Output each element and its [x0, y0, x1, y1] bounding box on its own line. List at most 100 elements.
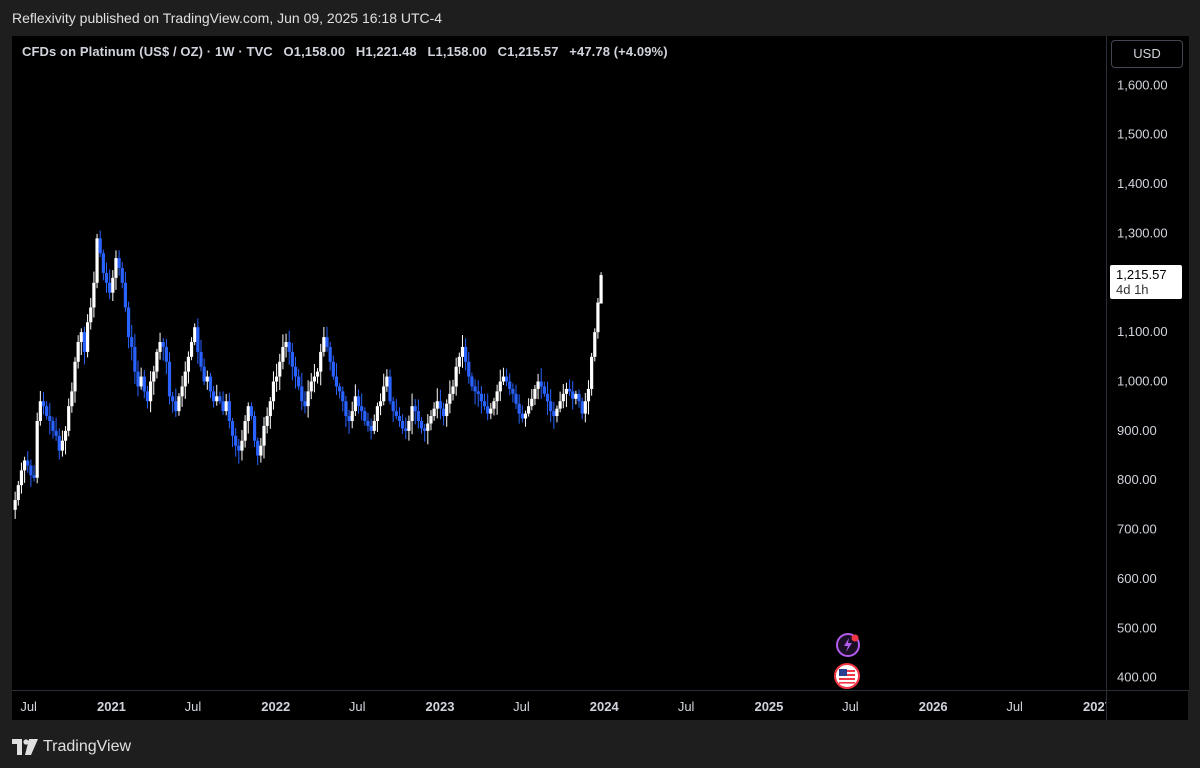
- candle: [325, 326, 329, 352]
- candle: [527, 398, 531, 417]
- y-tick-label: 700.00: [1117, 522, 1157, 537]
- candle: [514, 384, 518, 410]
- candlestick-plot[interactable]: [12, 36, 1106, 690]
- legend-close: C1,215.57: [497, 44, 559, 59]
- x-tick-label: 2027: [1083, 699, 1106, 714]
- candle: [45, 401, 49, 420]
- y-tick-label: 1,400.00: [1117, 176, 1168, 191]
- candle: [117, 250, 121, 276]
- currency-button[interactable]: USD: [1111, 40, 1183, 68]
- price-axis[interactable]: 400.00 500.00 600.00 700.00 800.00 900.00 1,00…: [1106, 36, 1189, 690]
- x-tick-label: 2024: [590, 699, 620, 714]
- publisher-line: Reflexivity published on TradingView.com…: [12, 10, 443, 26]
- candle: [79, 328, 83, 356]
- candle: [259, 437, 263, 463]
- y-tick-label: 600.00: [1117, 571, 1157, 586]
- candle: [171, 391, 175, 413]
- x-tick-label: 2025: [754, 699, 783, 714]
- candle: [86, 314, 90, 358]
- candle: [108, 269, 112, 300]
- candle: [315, 368, 320, 384]
- candle: [32, 465, 36, 482]
- x-tick-label: 2021: [97, 699, 126, 714]
- candle: [533, 384, 537, 406]
- candle: [479, 386, 483, 414]
- candle: [240, 429, 244, 461]
- tradingview-brand[interactable]: TradingView: [12, 738, 131, 756]
- candle: [98, 230, 102, 258]
- x-tick-label: Jul: [185, 699, 202, 714]
- chart-frame[interactable]: CFDs on Platinum (US$ / OZ) · 1W · TVC O…: [12, 36, 1189, 721]
- footer: TradingView: [0, 720, 1200, 768]
- candle: [230, 417, 235, 447]
- x-tick-label: Jul: [842, 699, 859, 714]
- candle: [89, 297, 93, 330]
- candle: [114, 250, 118, 290]
- candle: [530, 389, 534, 411]
- y-tick-label: 400.00: [1117, 670, 1157, 685]
- candle: [215, 384, 219, 406]
- us-flag-icon[interactable]: [833, 662, 861, 695]
- legend-change: +47.78 (+4.09%): [569, 44, 668, 59]
- candle: [599, 272, 603, 304]
- candle: [574, 390, 578, 405]
- candle: [520, 405, 524, 423]
- candle: [23, 456, 27, 483]
- candle: [92, 271, 96, 318]
- x-tick-label: Jul: [513, 699, 530, 714]
- chart-area[interactable]: [12, 36, 1106, 690]
- lightning-icon[interactable]: [835, 632, 861, 663]
- candle: [397, 407, 402, 427]
- candle: [350, 401, 354, 429]
- candle: [549, 389, 553, 423]
- candle: [375, 402, 380, 433]
- bar-countdown: 4d 1h: [1116, 282, 1149, 298]
- candle: [249, 402, 254, 420]
- x-tick-label: Jul: [349, 699, 366, 714]
- candle: [19, 462, 24, 494]
- time-axis[interactable]: Jul 2021 Jul 2022 Jul 2023 Jul 2024 Jul 2025 Jul 20…: [12, 690, 1106, 721]
- candle: [429, 410, 433, 431]
- candle: [423, 423, 427, 442]
- candle: [567, 379, 572, 396]
- candle: [104, 262, 109, 293]
- candle: [293, 356, 298, 389]
- candle: [539, 368, 543, 399]
- candle: [388, 369, 392, 405]
- candle: [419, 417, 424, 434]
- candle: [265, 407, 269, 434]
- candle: [470, 372, 474, 391]
- candle: [180, 375, 184, 407]
- candle: [407, 415, 411, 441]
- candle: [583, 392, 587, 423]
- candle: [177, 393, 181, 416]
- candle: [70, 382, 74, 413]
- brand-label: TradingView: [43, 738, 132, 755]
- candle: [54, 417, 58, 441]
- candle: [155, 348, 159, 379]
- candle: [413, 399, 417, 425]
- candle: [504, 368, 509, 387]
- candle: [161, 338, 165, 361]
- candle: [353, 384, 357, 417]
- candle: [243, 415, 247, 448]
- candle: [426, 414, 430, 445]
- candle: [262, 417, 266, 459]
- candle: [586, 380, 591, 415]
- axis-corner: [1106, 690, 1189, 721]
- candle: [457, 352, 461, 374]
- candle: [237, 439, 241, 464]
- candle: [571, 381, 575, 410]
- candle: [196, 318, 200, 364]
- candle: [224, 393, 228, 416]
- candle: [558, 391, 562, 413]
- candle: [252, 411, 257, 448]
- candle: [142, 370, 146, 399]
- candle: [401, 414, 405, 434]
- candle: [454, 357, 458, 396]
- candle: [312, 364, 317, 393]
- candle: [441, 402, 446, 426]
- candle: [322, 326, 326, 357]
- candle: [303, 391, 307, 414]
- candle: [149, 371, 153, 413]
